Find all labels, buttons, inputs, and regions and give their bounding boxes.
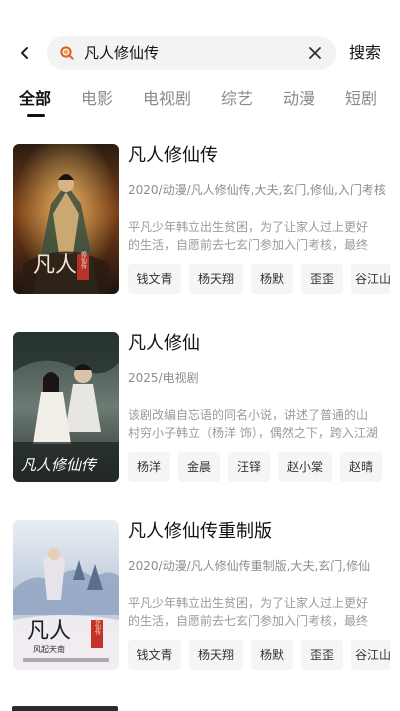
next-poster-edge — [12, 706, 118, 711]
cast-chip[interactable]: 赵小棠 — [278, 452, 332, 482]
result-title[interactable]: 凡人修仙传 — [128, 144, 218, 168]
search-icon — [60, 46, 74, 60]
cast-chip[interactable]: 杨默 — [251, 264, 293, 294]
search-bar: 凡人修仙传 搜索 — [0, 36, 400, 70]
result-title[interactable]: 凡人修仙传重制版 — [128, 520, 272, 544]
result-description-line: 平凡少年韩立出生贫困，为了让家人过上更好 — [128, 220, 369, 234]
poster-title: 凡人 — [33, 253, 77, 278]
tab-anime[interactable]: 动漫 — [283, 88, 315, 110]
result-description: 平凡少年韩立出生贫困，为了让家人过上更好 的生活，自愿前去七玄门参加入门考核，最… — [128, 594, 386, 630]
tab-variety[interactable]: 综艺 — [221, 88, 253, 110]
result-description-line: 该剧改编自忘语的同名小说，讲述了普通的山 — [128, 408, 369, 422]
cast-chip[interactable]: 赵晴 — [340, 452, 382, 482]
poster-image[interactable]: 凡人 修仙传 — [13, 144, 119, 294]
tab-active-indicator — [27, 114, 45, 117]
cast-chip[interactable]: 谷江山 — [351, 264, 390, 294]
poster-title: 凡人修仙传 — [21, 456, 98, 474]
poster-subtitle: 风起天南 — [33, 644, 65, 654]
cast-chip[interactable]: 杨洋 — [128, 452, 170, 482]
result-description-line: 平凡少年韩立出生贫困，为了让家人过上更好 — [128, 596, 369, 610]
cast-list: 钱文青 杨天翔 杨默 歪歪 谷江山 — [128, 640, 390, 670]
cast-chip[interactable]: 金晨 — [178, 452, 220, 482]
poster-image[interactable]: 凡人 风起天南 修仙传 — [13, 520, 119, 670]
chevron-left-icon[interactable] — [14, 40, 36, 66]
cast-chip[interactable]: 钱文青 — [128, 264, 181, 294]
result-title[interactable]: 凡人修仙 — [128, 332, 200, 356]
result-meta: 2020/动漫/凡人修仙传,大夫,玄门,修仙,入门考核 — [128, 183, 386, 197]
poster-seal: 修仙传 — [80, 250, 87, 270]
result-item[interactable]: 凡人 风起天南 修仙传 凡人修仙传重制版 2020/动漫/凡人修仙传重制版,大夫… — [0, 520, 400, 680]
poster-seal: 修仙传 — [94, 616, 101, 636]
search-input[interactable]: 凡人修仙传 — [47, 36, 336, 70]
cast-chip[interactable]: 歪歪 — [301, 640, 343, 670]
result-meta: 2025/电视剧 — [128, 371, 199, 385]
cast-chip[interactable]: 杨天翔 — [189, 264, 243, 294]
result-description: 该剧改编自忘语的同名小说，讲述了普通的山 村穷小子韩立（杨洋 饰），偶然之下，跨… — [128, 406, 386, 442]
tab-short[interactable]: 短剧 — [345, 88, 377, 110]
cast-chip[interactable]: 汪铎 — [228, 452, 270, 482]
cast-chip[interactable]: 杨天翔 — [189, 640, 243, 670]
tab-all[interactable]: 全部 — [19, 88, 51, 110]
poster-title: 凡人 — [27, 619, 71, 644]
cast-chip[interactable]: 钱文青 — [128, 640, 181, 670]
category-tabs: 全部 电影 电视剧 综艺 动漫 短剧 — [0, 88, 400, 120]
result-description: 平凡少年韩立出生贫困，为了让家人过上更好 的生活，自愿前去七玄门参加入门考核，最… — [128, 218, 386, 254]
tab-tv[interactable]: 电视剧 — [143, 88, 191, 110]
result-item[interactable]: 凡人 修仙传 凡人修仙传 2020/动漫/凡人修仙传,大夫,玄门,修仙,入门考核… — [0, 144, 400, 304]
close-icon[interactable] — [306, 44, 324, 62]
cast-list: 杨洋 金晨 汪铎 赵小棠 赵晴 — [128, 452, 390, 482]
tab-movie[interactable]: 电影 — [81, 88, 113, 110]
cast-chip[interactable]: 歪歪 — [301, 264, 343, 294]
cast-chip[interactable]: 谷江山 — [351, 640, 390, 670]
result-description-line: 村穷小子韩立（杨洋 饰），偶然之下，跨入江湖 — [128, 426, 378, 440]
search-query[interactable]: 凡人修仙传 — [84, 43, 159, 63]
result-description-line: 的生活，自愿前去七玄门参加入门考核，最终 — [128, 614, 369, 628]
cast-list: 钱文青 杨天翔 杨默 歪歪 谷江山 — [128, 264, 390, 294]
search-button[interactable]: 搜索 — [349, 42, 381, 64]
poster-image[interactable]: 凡人修仙传 — [13, 332, 119, 482]
result-item[interactable]: 凡人修仙传 凡人修仙 2025/电视剧 该剧改编自忘语的同名小说，讲述了普通的山… — [0, 332, 400, 492]
result-description-line: 的生活，自愿前去七玄门参加入门考核，最终 — [128, 238, 369, 252]
cast-chip[interactable]: 杨默 — [251, 640, 293, 670]
result-meta: 2020/动漫/凡人修仙传重制版,大夫,玄门,修仙 — [128, 559, 371, 573]
